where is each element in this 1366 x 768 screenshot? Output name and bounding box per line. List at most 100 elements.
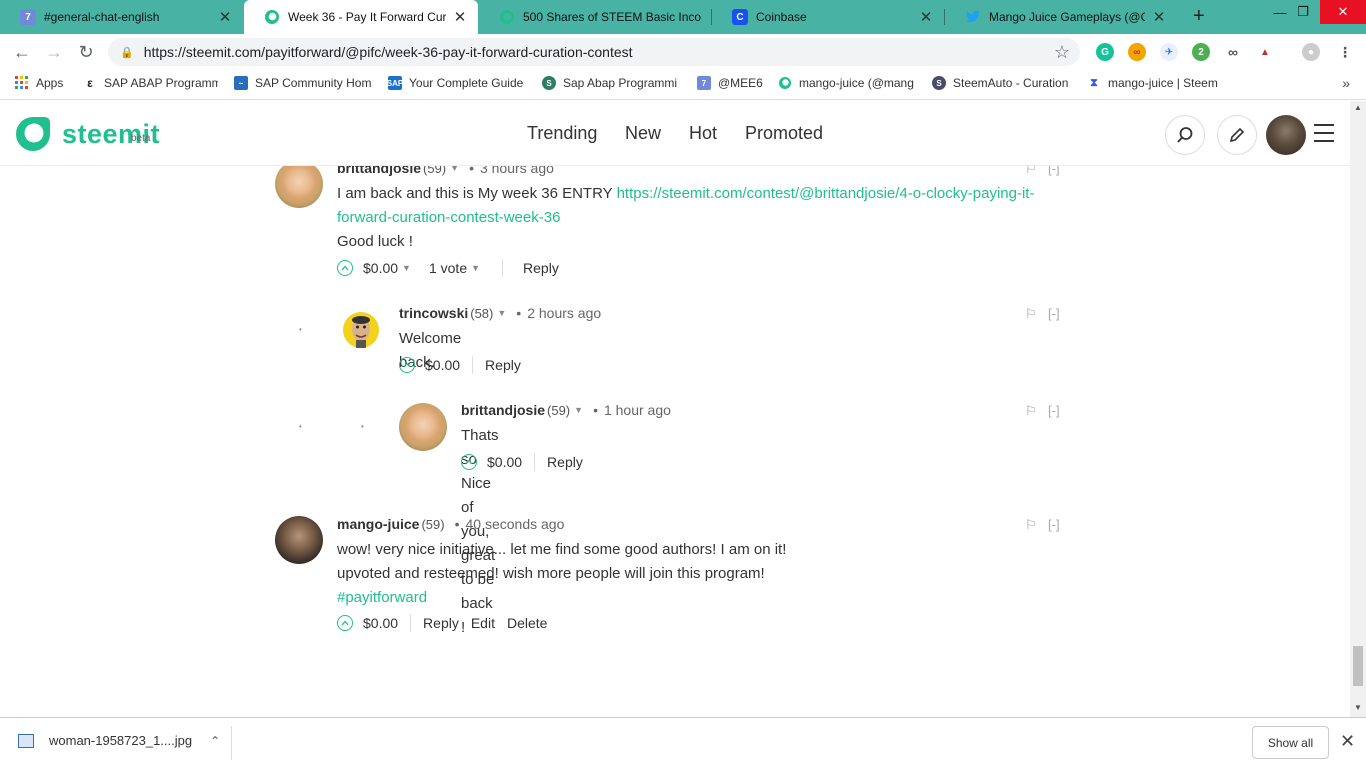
bookmark-sap-community[interactable]: ~ SAP Community Hom xyxy=(234,76,372,90)
tab-title: Coinbase xyxy=(756,10,807,24)
avatar[interactable] xyxy=(399,403,447,451)
tab-week-36-active[interactable]: Week 36 - Pay It Forward Curati ✕ xyxy=(244,0,478,34)
payout-amount[interactable]: $0.00 xyxy=(363,260,398,276)
show-all-button[interactable]: Show all xyxy=(1252,726,1329,759)
shield-extension-icon[interactable]: 2 xyxy=(1192,43,1210,61)
flag-icon[interactable]: ⚐ xyxy=(1025,403,1037,419)
scroll-up-icon[interactable]: ▲ xyxy=(1354,103,1362,112)
edit-link[interactable]: Edit xyxy=(471,615,495,631)
bookmarks-overflow-icon[interactable]: » xyxy=(1342,75,1350,91)
download-item[interactable]: woman-1958723_1....jpg ⌃ xyxy=(18,733,220,748)
page-scrollbar[interactable]: ▲ ▼ xyxy=(1350,101,1366,717)
close-icon[interactable]: ✕ xyxy=(452,8,468,26)
reply-link[interactable]: Reply xyxy=(423,615,459,631)
collapse-toggle[interactable]: [-] xyxy=(1048,517,1060,532)
scroll-down-icon[interactable]: ▼ xyxy=(1354,703,1362,712)
payout-amount[interactable]: $0.00 xyxy=(487,454,522,470)
flag-icon[interactable]: ⚐ xyxy=(1025,306,1037,322)
hashtag-link[interactable]: #payitforward xyxy=(337,589,427,606)
scroll-thumb[interactable] xyxy=(1353,646,1363,686)
reply-link[interactable]: Reply xyxy=(523,260,559,276)
bookmark-sap-abap-programming[interactable]: S Sap Abap Programmi xyxy=(542,76,682,90)
payout-amount[interactable]: $0.00 xyxy=(425,357,460,373)
url-text[interactable]: https://steemit.com/payitforward/@pifc/w… xyxy=(144,44,633,60)
chevron-down-icon[interactable]: ▼ xyxy=(574,405,583,415)
back-arrow-icon[interactable]: ← xyxy=(11,41,33,63)
comment-footer: $0.00 Reply Edit Delete xyxy=(337,614,559,632)
profile-icon[interactable]: ● xyxy=(1302,43,1320,61)
close-icon[interactable]: ✕ xyxy=(918,8,934,26)
comment-author[interactable]: trincowski xyxy=(399,305,468,321)
upvote-icon[interactable] xyxy=(461,454,477,470)
bookmark-star-icon[interactable]: ☆ xyxy=(1054,42,1070,63)
payout-amount[interactable]: $0.00 xyxy=(363,615,398,631)
bookmark-mee6[interactable]: 7 @MEE6 xyxy=(697,76,763,90)
nav-trending[interactable]: Trending xyxy=(527,123,597,144)
tab-general-chat[interactable]: 7 #general-chat-english ✕ xyxy=(0,0,243,34)
user-avatar[interactable] xyxy=(1266,115,1306,155)
upvote-icon[interactable] xyxy=(337,615,353,631)
bookmark-sap-abap[interactable]: ε SAP ABAP Programm xyxy=(83,76,218,90)
avatar[interactable] xyxy=(275,160,323,208)
window-close-icon[interactable]: ✕ xyxy=(1320,0,1366,24)
bookmark-mango-juice-steem[interactable]: ⧗ mango-juice | Steem xyxy=(1087,76,1227,90)
avatar[interactable] xyxy=(337,306,385,354)
bookmark-mango-juice[interactable]: mango-juice (@mang xyxy=(778,76,916,90)
infinity-icon[interactable]: ∞ xyxy=(1224,43,1242,61)
bookmark-complete-guide[interactable]: SAP Your Complete Guide xyxy=(388,76,526,90)
browser-toolbar: ← → ↻ 🔒 https://steemit.com/payitforward… xyxy=(0,34,1366,70)
hamburger-menu-icon[interactable] xyxy=(1314,124,1334,144)
nav-new[interactable]: New xyxy=(625,123,661,144)
thread-dot: • xyxy=(299,325,302,334)
search-button[interactable] xyxy=(1165,115,1205,155)
collapse-toggle[interactable]: [-] xyxy=(1048,403,1060,418)
bookmark-apps[interactable]: Apps xyxy=(15,76,63,90)
nav-hot[interactable]: Hot xyxy=(689,123,717,144)
plane-extension-icon[interactable]: ✈ xyxy=(1160,43,1178,61)
tab-title: #general-chat-english xyxy=(44,10,160,24)
close-icon[interactable]: ✕ xyxy=(1151,8,1167,26)
comment-body: wow! very nice initiative... let me find… xyxy=(337,538,1057,610)
reply-link[interactable]: Reply xyxy=(547,454,583,470)
chevron-up-icon[interactable]: ⌃ xyxy=(210,734,220,748)
close-icon[interactable]: ✕ xyxy=(217,8,233,26)
reply-link[interactable]: Reply xyxy=(485,357,521,373)
comment-footer: $0.00 ▼ 1 vote ▼ Reply xyxy=(337,259,559,277)
comment-timestamp[interactable]: 2 hours ago xyxy=(527,305,601,321)
nav-promoted[interactable]: Promoted xyxy=(745,123,823,144)
upvote-icon[interactable] xyxy=(337,260,353,276)
address-bar[interactable]: 🔒 https://steemit.com/payitforward/@pifc… xyxy=(108,38,1080,66)
kebab-menu-icon[interactable]: ⋮ xyxy=(1336,43,1354,61)
reload-icon[interactable]: ↻ xyxy=(75,41,97,63)
close-icon[interactable]: ✕ xyxy=(1340,731,1355,752)
comment-timestamp[interactable]: 1 hour ago xyxy=(604,402,671,418)
pdf-extension-icon[interactable]: ▲ xyxy=(1256,43,1274,61)
chevron-down-icon[interactable]: ▼ xyxy=(471,263,480,273)
delete-link[interactable]: Delete xyxy=(507,615,547,631)
tab-coinbase[interactable]: C Coinbase ✕ xyxy=(712,0,944,34)
upvote-icon[interactable] xyxy=(399,357,415,373)
restore-icon[interactable]: ❐ xyxy=(1283,0,1323,24)
comment-timestamp[interactable]: 40 seconds ago xyxy=(466,516,565,532)
bookmark-label: SAP ABAP Programm xyxy=(104,76,218,90)
bookmark-steemauto[interactable]: S SteemAuto - Curation xyxy=(932,76,1072,90)
new-tab-button[interactable]: + xyxy=(1193,5,1205,28)
comment-author[interactable]: mango-juice xyxy=(337,516,419,532)
chevron-down-icon[interactable]: ▼ xyxy=(497,308,506,318)
vote-count[interactable]: 1 vote xyxy=(429,260,467,276)
chevron-down-icon[interactable]: ▼ xyxy=(402,263,411,273)
logo-beta-label: beta xyxy=(131,133,151,144)
comment-header: trincowski (58) ▼ • 2 hours ago xyxy=(399,305,601,321)
avatar[interactable] xyxy=(275,516,323,564)
comment-header: mango-juice (59) • 40 seconds ago xyxy=(337,516,564,532)
tab-500-shares[interactable]: 500 Shares of STEEM Basic Inco xyxy=(479,0,711,34)
grammarly-icon[interactable]: G xyxy=(1096,43,1114,61)
flag-icon[interactable]: ⚐ xyxy=(1025,517,1037,533)
collapse-toggle[interactable]: [-] xyxy=(1048,306,1060,321)
tab-mango-juice-twitter[interactable]: Mango Juice Gameplays (@Gam ✕ xyxy=(945,0,1177,34)
forward-arrow-icon[interactable]: → xyxy=(43,41,65,63)
steemit-icon xyxy=(778,76,792,90)
write-post-button[interactable] xyxy=(1217,115,1257,155)
comment-author[interactable]: brittandjosie xyxy=(461,402,545,418)
infinity-extension-icon[interactable]: ∞ xyxy=(1128,43,1146,61)
